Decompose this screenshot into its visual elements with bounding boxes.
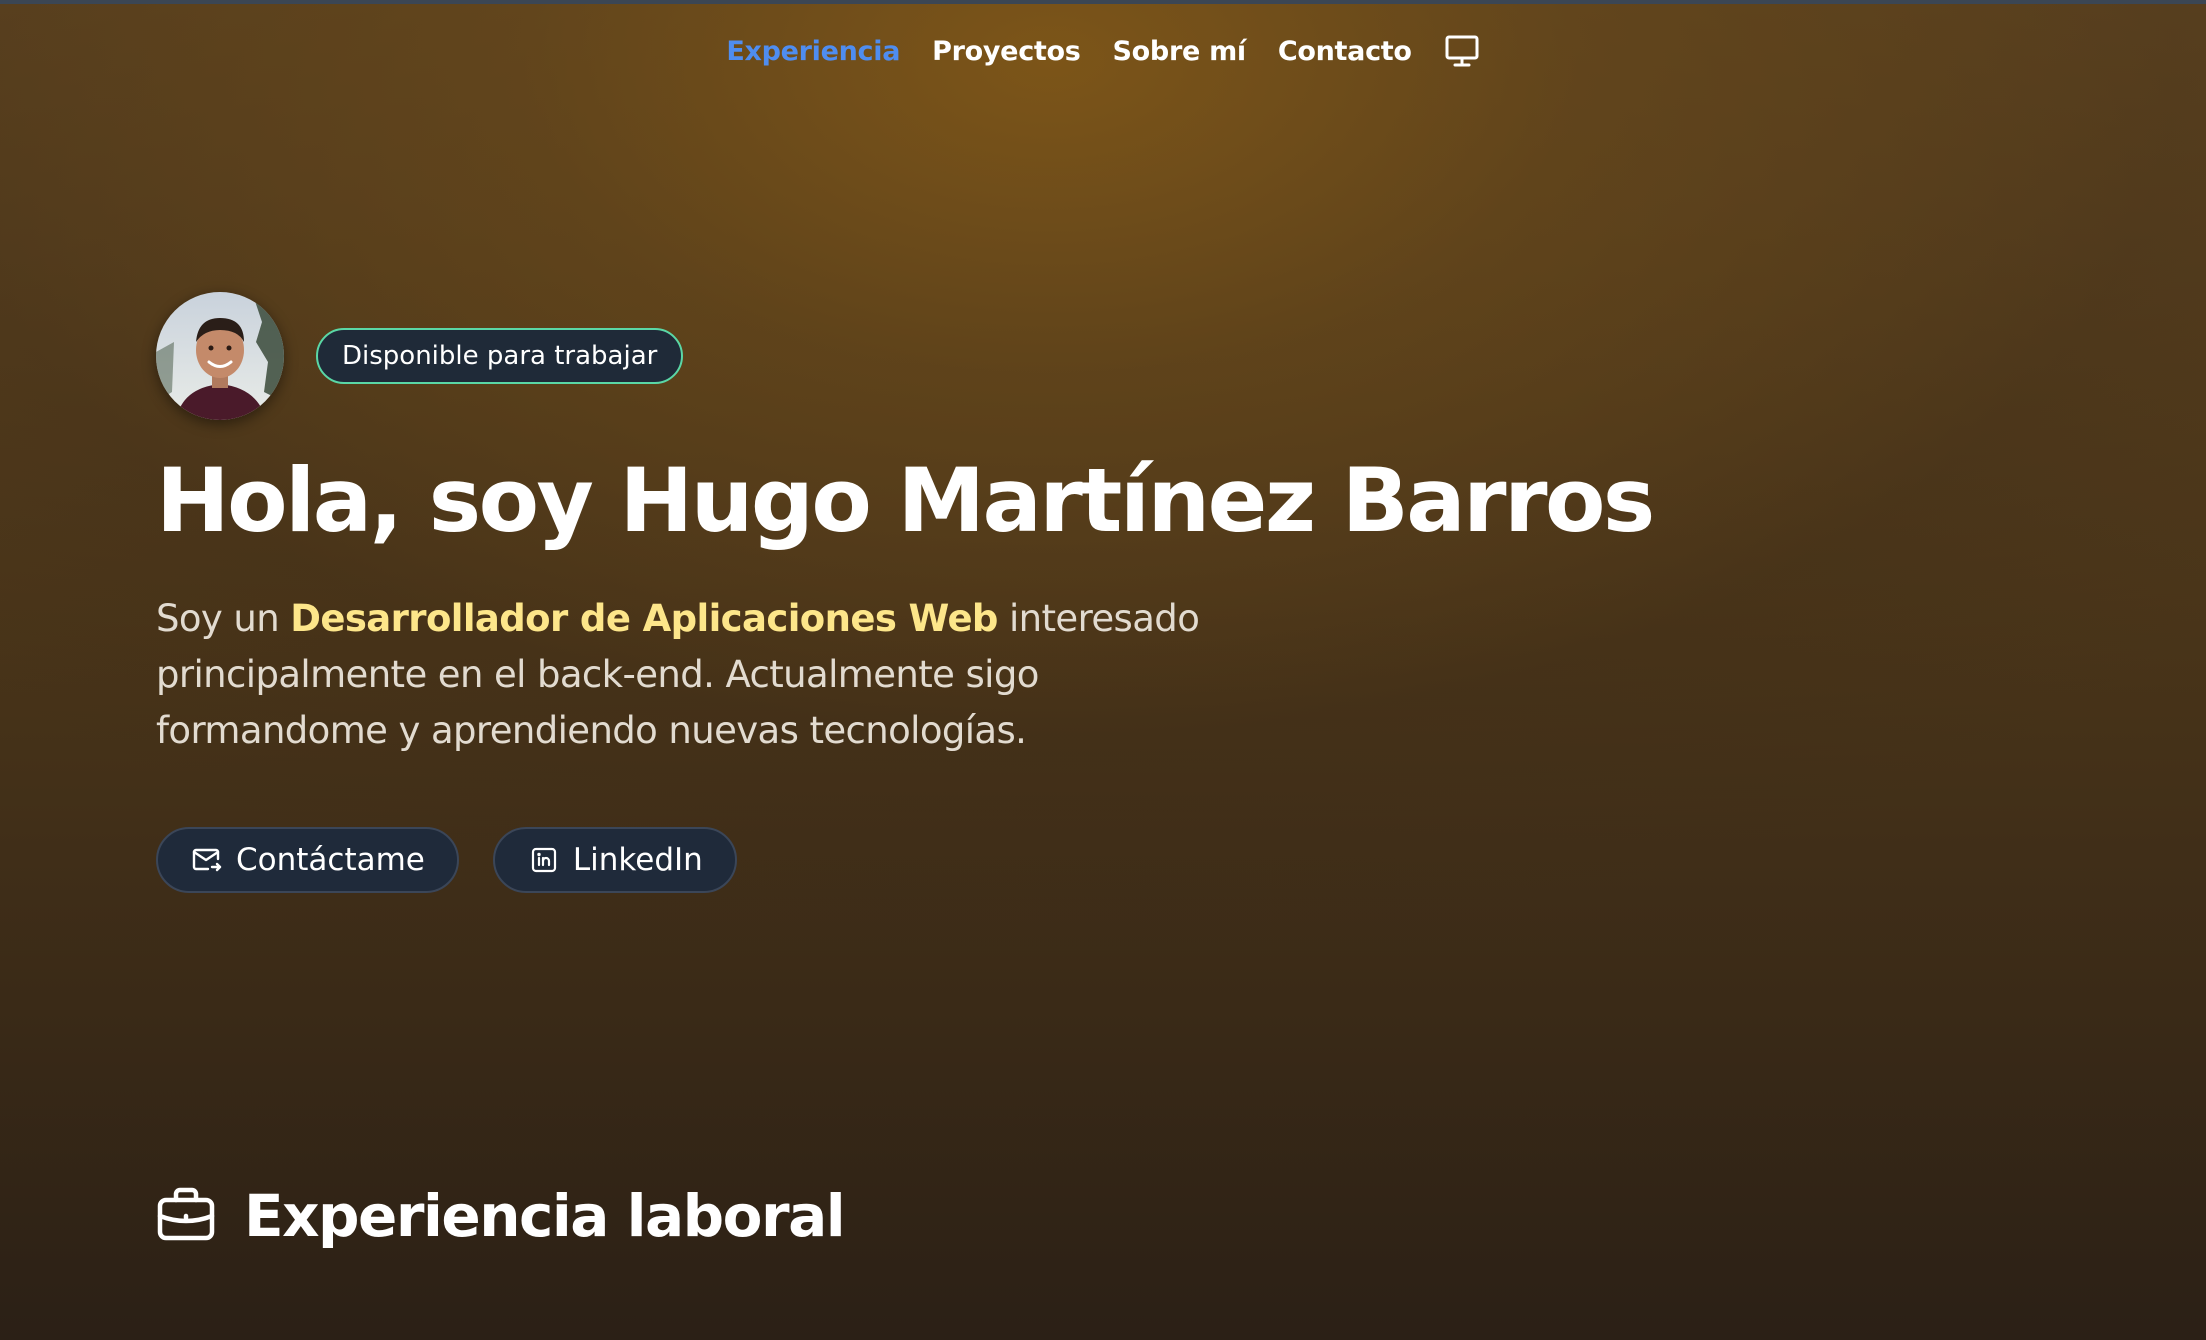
top-border bbox=[0, 0, 2206, 4]
description-prefix: Soy un bbox=[156, 597, 291, 641]
monitor-icon[interactable] bbox=[1444, 33, 1480, 69]
nav-item-sobre-mi[interactable]: Sobre mí bbox=[1113, 36, 1247, 67]
nav-item-proyectos[interactable]: Proyectos bbox=[932, 36, 1081, 67]
contact-button-label: Contáctame bbox=[236, 842, 425, 879]
intro-row: Disponible para trabajar bbox=[156, 292, 2056, 420]
availability-badge: Disponible para trabajar bbox=[316, 328, 684, 384]
experience-heading: Experiencia laboral bbox=[156, 1182, 846, 1250]
nav-item-experiencia[interactable]: Experiencia bbox=[726, 36, 900, 67]
linkedin-icon bbox=[529, 845, 559, 875]
nav-item-contacto[interactable]: Contacto bbox=[1278, 36, 1412, 67]
hero-buttons: Contáctame LinkedIn bbox=[156, 827, 2056, 894]
linkedin-button-label: LinkedIn bbox=[572, 842, 703, 879]
contact-button[interactable]: Contáctame bbox=[156, 827, 459, 894]
experience-title: Experiencia laboral bbox=[244, 1182, 846, 1250]
hero-section: Disponible para trabajar Hola, soy Hugo … bbox=[156, 292, 2056, 894]
linkedin-button[interactable]: LinkedIn bbox=[492, 827, 737, 894]
mail-icon bbox=[192, 845, 222, 875]
hero-description: Soy un Desarrollador de Aplicaciones Web… bbox=[156, 591, 1216, 759]
briefcase-icon bbox=[156, 1186, 216, 1246]
description-highlight: Desarrollador de Aplicaciones Web bbox=[290, 597, 998, 641]
avatar bbox=[156, 292, 284, 420]
main-nav: Experiencia Proyectos Sobre mí Contacto bbox=[0, 33, 2206, 69]
page-title: Hola, soy Hugo Martínez Barros bbox=[156, 449, 1655, 552]
